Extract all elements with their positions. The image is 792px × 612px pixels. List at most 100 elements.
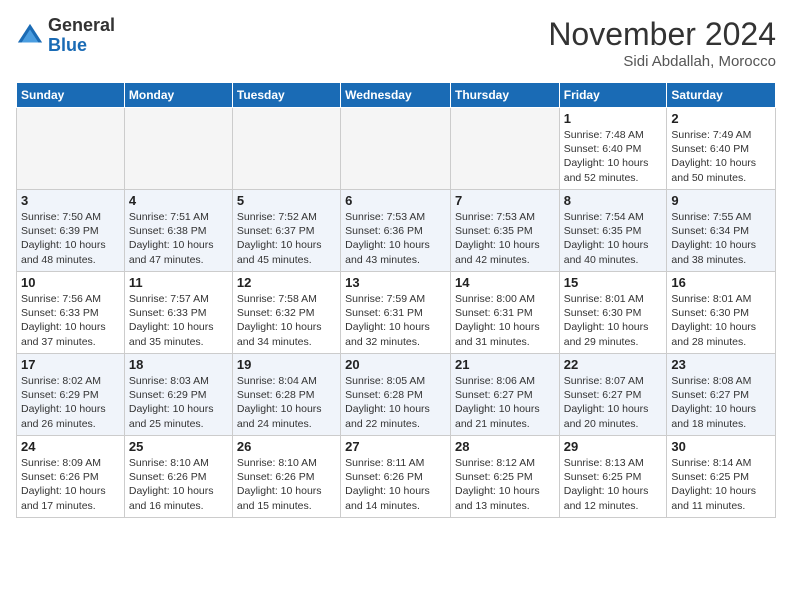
day-number: 10 bbox=[21, 275, 120, 290]
calendar-header-row: SundayMondayTuesdayWednesdayThursdayFrid… bbox=[17, 83, 776, 108]
day-info: Sunrise: 7:58 AMSunset: 6:32 PMDaylight:… bbox=[237, 292, 336, 349]
logo: General Blue bbox=[16, 16, 115, 56]
day-number: 29 bbox=[564, 439, 663, 454]
day-number: 4 bbox=[129, 193, 228, 208]
calendar-cell: 5Sunrise: 7:52 AMSunset: 6:37 PMDaylight… bbox=[232, 190, 340, 272]
calendar-cell: 25Sunrise: 8:10 AMSunset: 6:26 PMDayligh… bbox=[124, 436, 232, 518]
day-number: 9 bbox=[671, 193, 771, 208]
day-info: Sunrise: 8:00 AMSunset: 6:31 PMDaylight:… bbox=[455, 292, 555, 349]
calendar-cell: 9 Sunrise: 7:55 AMSunset: 6:34 PMDaylight… bbox=[667, 190, 776, 272]
calendar-cell: 23Sunrise: 8:08 AMSunset: 6:27 PMDayligh… bbox=[667, 354, 776, 436]
logo-general-text: General bbox=[48, 16, 115, 36]
calendar-cell: 22Sunrise: 8:07 AMSunset: 6:27 PMDayligh… bbox=[559, 354, 667, 436]
day-info: Sunrise: 7:55 AMSunset: 6:34 PMDaylight:… bbox=[671, 210, 771, 267]
day-info: Sunrise: 7:48 AMSunset: 6:40 PMDaylight:… bbox=[564, 128, 663, 185]
calendar-week-row: 3 Sunrise: 7:50 AMSunset: 6:39 PMDaylight… bbox=[17, 190, 776, 272]
calendar-cell: 20Sunrise: 8:05 AMSunset: 6:28 PMDayligh… bbox=[341, 354, 451, 436]
day-info: Sunrise: 8:05 AMSunset: 6:28 PMDaylight:… bbox=[345, 374, 446, 431]
calendar-cell: 19 Sunrise: 8:04 AMSunset: 6:28 PMDayligh… bbox=[232, 354, 340, 436]
logo-blue-text: Blue bbox=[48, 36, 115, 56]
calendar-week-row: 24Sunrise: 8:09 AMSunset: 6:26 PMDayligh… bbox=[17, 436, 776, 518]
day-info: Sunrise: 8:06 AMSunset: 6:27 PMDaylight:… bbox=[455, 374, 555, 431]
calendar-cell bbox=[450, 108, 559, 190]
calendar-cell: 21 Sunrise: 8:06 AMSunset: 6:27 PMDayligh… bbox=[450, 354, 559, 436]
calendar-cell: 6 Sunrise: 7:53 AMSunset: 6:36 PMDaylight… bbox=[341, 190, 451, 272]
calendar-cell: 26 Sunrise: 8:10 AMSunset: 6:26 PMDayligh… bbox=[232, 436, 340, 518]
day-info: Sunrise: 8:02 AMSunset: 6:29 PMDaylight:… bbox=[21, 374, 120, 431]
day-number: 27 bbox=[345, 439, 446, 454]
day-info: Sunrise: 8:09 AMSunset: 6:26 PMDaylight:… bbox=[21, 456, 120, 513]
day-info: Sunrise: 7:49 AMSunset: 6:40 PMDaylight:… bbox=[671, 128, 771, 185]
day-info: Sunrise: 7:56 AMSunset: 6:33 PMDaylight:… bbox=[21, 292, 120, 349]
calendar-cell: 2 Sunrise: 7:49 AMSunset: 6:40 PMDaylight… bbox=[667, 108, 776, 190]
day-info: Sunrise: 8:01 AMSunset: 6:30 PMDaylight:… bbox=[671, 292, 771, 349]
calendar-cell: 8 Sunrise: 7:54 AMSunset: 6:35 PMDaylight… bbox=[559, 190, 667, 272]
day-number: 19 bbox=[237, 357, 336, 372]
day-number: 18 bbox=[129, 357, 228, 372]
calendar-cell bbox=[124, 108, 232, 190]
day-info: Sunrise: 7:52 AMSunset: 6:37 PMDaylight:… bbox=[237, 210, 336, 267]
logo-text: General Blue bbox=[48, 16, 115, 56]
day-number: 11 bbox=[129, 275, 228, 290]
title-block: November 2024 Sidi Abdallah, Morocco bbox=[548, 16, 776, 70]
calendar-cell: 4Sunrise: 7:51 AMSunset: 6:38 PMDaylight… bbox=[124, 190, 232, 272]
day-number: 7 bbox=[455, 193, 555, 208]
day-info: Sunrise: 7:53 AMSunset: 6:35 PMDaylight:… bbox=[455, 210, 555, 267]
day-info: Sunrise: 8:14 AMSunset: 6:25 PMDaylight:… bbox=[671, 456, 771, 513]
day-info: Sunrise: 7:59 AMSunset: 6:31 PMDaylight:… bbox=[345, 292, 446, 349]
day-number: 22 bbox=[564, 357, 663, 372]
day-info: Sunrise: 7:53 AMSunset: 6:36 PMDaylight:… bbox=[345, 210, 446, 267]
calendar-cell: 12Sunrise: 7:58 AMSunset: 6:32 PMDayligh… bbox=[232, 272, 340, 354]
calendar-cell: 1 Sunrise: 7:48 AMSunset: 6:40 PMDaylight… bbox=[559, 108, 667, 190]
day-number: 16 bbox=[671, 275, 771, 290]
calendar-cell: 24Sunrise: 8:09 AMSunset: 6:26 PMDayligh… bbox=[17, 436, 125, 518]
calendar-cell: 29 Sunrise: 8:13 AMSunset: 6:25 PMDayligh… bbox=[559, 436, 667, 518]
calendar-cell bbox=[17, 108, 125, 190]
day-info: Sunrise: 7:50 AMSunset: 6:39 PMDaylight:… bbox=[21, 210, 120, 267]
calendar-week-row: 10 Sunrise: 7:56 AMSunset: 6:33 PMDayligh… bbox=[17, 272, 776, 354]
calendar-day-header: Friday bbox=[559, 83, 667, 108]
day-info: Sunrise: 8:10 AMSunset: 6:26 PMDaylight:… bbox=[237, 456, 336, 513]
day-info: Sunrise: 8:11 AMSunset: 6:26 PMDaylight:… bbox=[345, 456, 446, 513]
day-info: Sunrise: 8:01 AMSunset: 6:30 PMDaylight:… bbox=[564, 292, 663, 349]
calendar-cell: 30 Sunrise: 8:14 AMSunset: 6:25 PMDayligh… bbox=[667, 436, 776, 518]
calendar-cell: 17 Sunrise: 8:02 AMSunset: 6:29 PMDayligh… bbox=[17, 354, 125, 436]
day-number: 2 bbox=[671, 111, 771, 126]
day-info: Sunrise: 7:57 AMSunset: 6:33 PMDaylight:… bbox=[129, 292, 228, 349]
day-number: 3 bbox=[21, 193, 120, 208]
calendar-cell: 14Sunrise: 8:00 AMSunset: 6:31 PMDayligh… bbox=[450, 272, 559, 354]
day-number: 6 bbox=[345, 193, 446, 208]
calendar-day-header: Tuesday bbox=[232, 83, 340, 108]
calendar-week-row: 1 Sunrise: 7:48 AMSunset: 6:40 PMDaylight… bbox=[17, 108, 776, 190]
day-number: 26 bbox=[237, 439, 336, 454]
calendar-week-row: 17 Sunrise: 8:02 AMSunset: 6:29 PMDayligh… bbox=[17, 354, 776, 436]
day-number: 30 bbox=[671, 439, 771, 454]
day-info: Sunrise: 8:03 AMSunset: 6:29 PMDaylight:… bbox=[129, 374, 228, 431]
day-number: 17 bbox=[21, 357, 120, 372]
day-info: Sunrise: 8:10 AMSunset: 6:26 PMDaylight:… bbox=[129, 456, 228, 513]
day-info: Sunrise: 8:12 AMSunset: 6:25 PMDaylight:… bbox=[455, 456, 555, 513]
calendar-cell bbox=[232, 108, 340, 190]
calendar-cell: 18 Sunrise: 8:03 AMSunset: 6:29 PMDayligh… bbox=[124, 354, 232, 436]
calendar-cell: 13 Sunrise: 7:59 AMSunset: 6:31 PMDayligh… bbox=[341, 272, 451, 354]
day-number: 13 bbox=[345, 275, 446, 290]
page: General Blue November 2024 Sidi Abdallah… bbox=[0, 0, 792, 612]
day-info: Sunrise: 8:04 AMSunset: 6:28 PMDaylight:… bbox=[237, 374, 336, 431]
day-number: 8 bbox=[564, 193, 663, 208]
logo-icon bbox=[16, 22, 44, 50]
location-subtitle: Sidi Abdallah, Morocco bbox=[548, 53, 776, 70]
calendar-day-header: Saturday bbox=[667, 83, 776, 108]
header: General Blue November 2024 Sidi Abdallah… bbox=[16, 16, 776, 70]
day-number: 15 bbox=[564, 275, 663, 290]
calendar-cell: 16 Sunrise: 8:01 AMSunset: 6:30 PMDayligh… bbox=[667, 272, 776, 354]
calendar-day-header: Monday bbox=[124, 83, 232, 108]
day-number: 1 bbox=[564, 111, 663, 126]
day-info: Sunrise: 8:08 AMSunset: 6:27 PMDaylight:… bbox=[671, 374, 771, 431]
day-number: 21 bbox=[455, 357, 555, 372]
calendar-cell: 27 Sunrise: 8:11 AMSunset: 6:26 PMDayligh… bbox=[341, 436, 451, 518]
day-info: Sunrise: 8:13 AMSunset: 6:25 PMDaylight:… bbox=[564, 456, 663, 513]
calendar-cell bbox=[341, 108, 451, 190]
calendar-table: SundayMondayTuesdayWednesdayThursdayFrid… bbox=[16, 82, 776, 518]
calendar-day-header: Thursday bbox=[450, 83, 559, 108]
day-info: Sunrise: 7:54 AMSunset: 6:35 PMDaylight:… bbox=[564, 210, 663, 267]
